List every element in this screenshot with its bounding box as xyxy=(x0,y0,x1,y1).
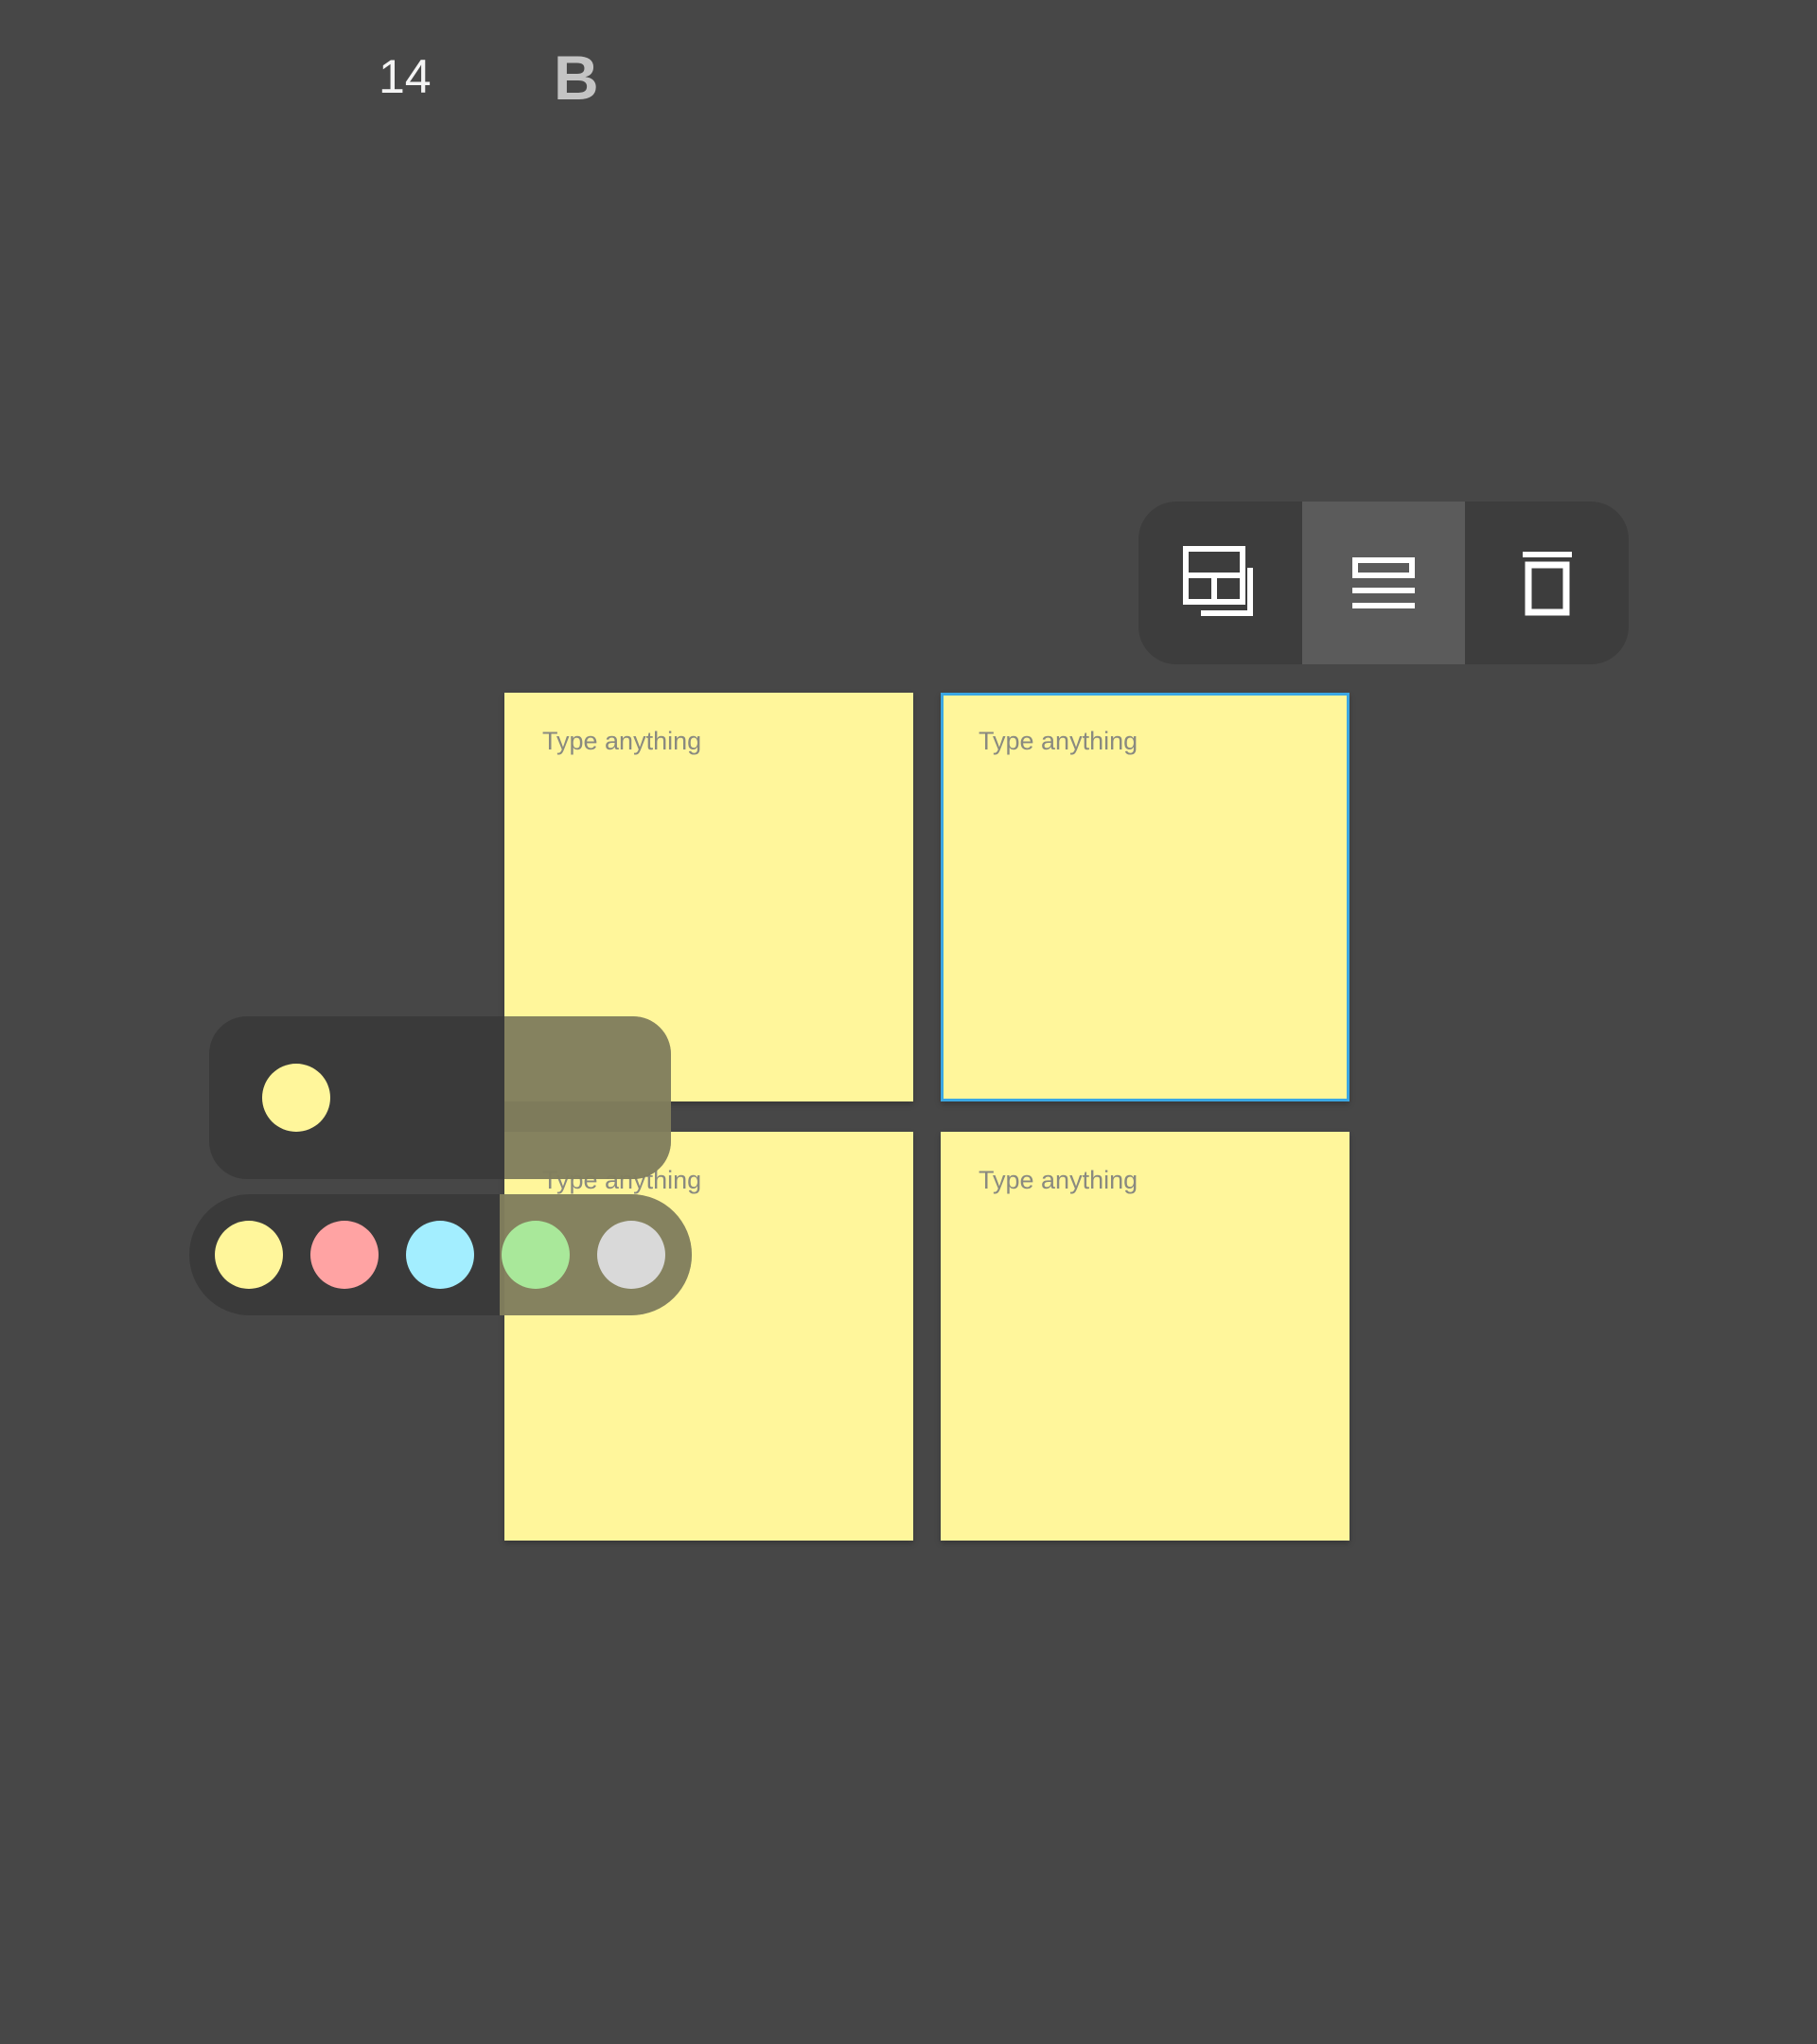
layout-grid-icon xyxy=(1183,546,1254,616)
font-size-button[interactable]: 14 xyxy=(379,49,432,104)
swatch-yellow[interactable] xyxy=(215,1221,283,1289)
swatch-green[interactable] xyxy=(502,1221,570,1289)
toolbar-fade-overlay xyxy=(504,1016,671,1179)
delete-button[interactable] xyxy=(1465,502,1629,664)
sticky-note[interactable]: Type anything xyxy=(504,1132,913,1541)
text-align-button[interactable] xyxy=(1301,502,1466,664)
sticky-note-selected[interactable]: Type anything xyxy=(941,693,1350,1101)
note-placeholder[interactable]: Type anything xyxy=(979,727,1138,756)
note-placeholder[interactable]: Type anything xyxy=(979,1166,1138,1195)
swatch-gray[interactable] xyxy=(597,1221,665,1289)
current-color-button[interactable] xyxy=(262,1064,330,1132)
swatch-blue[interactable] xyxy=(406,1221,474,1289)
color-palette xyxy=(189,1194,692,1315)
sticky-toolbar xyxy=(1138,502,1629,664)
sticky-note[interactable]: Type anything xyxy=(941,1132,1350,1541)
text-lines-icon xyxy=(1352,557,1415,608)
note-placeholder[interactable]: Type anything xyxy=(542,727,701,756)
swatch-pink[interactable] xyxy=(310,1221,379,1289)
whiteboard-canvas[interactable]: Type anything Type anything Type anythin… xyxy=(0,0,1817,2044)
layout-button[interactable] xyxy=(1138,502,1302,664)
bold-button[interactable]: B xyxy=(554,42,599,114)
trash-icon xyxy=(1522,552,1572,616)
format-toolbar xyxy=(209,1016,671,1179)
